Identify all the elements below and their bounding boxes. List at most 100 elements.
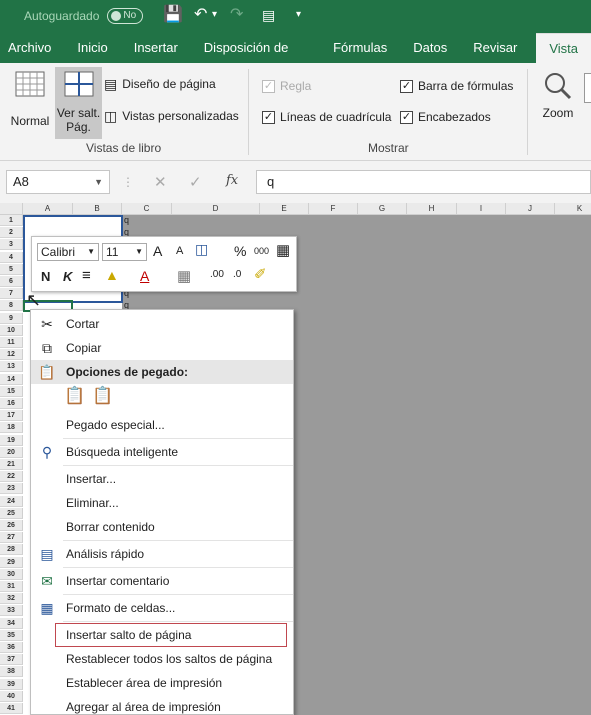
row-header[interactable]: 4 — [0, 251, 23, 263]
row-header[interactable]: 26 — [0, 520, 23, 531]
menu-item-delete[interactable]: Eliminar... — [31, 491, 293, 515]
fill-color-icon[interactable]: ▲ — [105, 267, 119, 283]
menu-item-add-print-area[interactable]: Agregar al área de impresión — [31, 695, 293, 715]
select-all-corner[interactable] — [0, 203, 23, 215]
row-header[interactable]: 24 — [0, 495, 23, 507]
row-header[interactable]: 25 — [0, 507, 23, 519]
menu-item-copy[interactable]: ⧉ Copiar — [31, 336, 293, 360]
decrease-decimal-icon[interactable]: .0 — [233, 269, 241, 280]
tab-datos[interactable]: Datos — [400, 33, 460, 63]
increase-font-icon[interactable]: A — [153, 243, 162, 259]
row-header[interactable]: 31 — [0, 581, 23, 592]
tab-inicio[interactable]: Inicio — [64, 33, 120, 63]
row-header[interactable]: 27 — [0, 532, 23, 544]
row-header[interactable]: 29 — [0, 556, 23, 568]
row-header[interactable]: 33 — [0, 605, 23, 617]
font-dropdown-icon[interactable]: ▼ — [87, 244, 95, 260]
row-header[interactable]: 5 — [0, 263, 23, 275]
row-header[interactable]: 38 — [0, 666, 23, 678]
row-header[interactable]: 23 — [0, 483, 23, 495]
column-header[interactable]: B — [73, 203, 122, 215]
decrease-font-icon[interactable]: A — [176, 245, 183, 257]
row-header[interactable]: 37 — [0, 654, 23, 666]
column-header[interactable]: A — [23, 203, 73, 215]
headings-checkbox[interactable]: ✓ Encabezados — [400, 110, 491, 124]
paste-icon[interactable]: 📋 — [92, 386, 114, 408]
font-size-select[interactable]: 11 ▼ — [102, 243, 147, 261]
font-name-select[interactable]: Calibri ▼ — [37, 243, 99, 261]
row-header[interactable]: 19 — [0, 434, 23, 446]
column-header[interactable]: H — [407, 203, 457, 215]
borders-icon[interactable]: ▦ — [177, 267, 191, 285]
customize-qat-icon[interactable]: ▾ — [296, 5, 301, 25]
name-box[interactable]: A8 ▼ — [6, 170, 110, 194]
autosave-switch[interactable]: No — [107, 8, 144, 24]
tab-revisar[interactable]: Revisar — [460, 33, 530, 63]
row-header[interactable]: 11 — [0, 337, 23, 348]
gridlines-checkbox[interactable]: ✓ Líneas de cuadrícula — [262, 110, 391, 124]
row-header[interactable]: 2 — [0, 227, 23, 239]
row-header[interactable]: 14 — [0, 373, 23, 385]
size-dropdown-icon[interactable]: ▼ — [135, 244, 143, 260]
undo-icon[interactable]: ↶ — [194, 5, 207, 25]
row-header[interactable]: 12 — [0, 349, 23, 361]
formula-bar-checkbox[interactable]: ✓ Barra de fórmulas — [400, 79, 513, 93]
menu-item-cut[interactable]: ✂ Cortar — [31, 312, 293, 336]
italic-button[interactable]: K — [63, 269, 72, 284]
column-header[interactable]: I — [457, 203, 506, 215]
column-header[interactable]: D — [172, 203, 260, 215]
row-header[interactable]: 20 — [0, 446, 23, 458]
name-box-dropdown-icon[interactable]: ▼ — [94, 171, 103, 193]
ruler-checkbox[interactable]: ✓ Regla — [262, 79, 311, 93]
zoom-100-icon[interactable] — [584, 73, 591, 103]
menu-item-reset-page-breaks[interactable]: Restablecer todos los saltos de página — [31, 647, 293, 671]
menu-item-smart-lookup[interactable]: ⚲ Búsqueda inteligente — [31, 440, 293, 464]
row-header[interactable]: 15 — [0, 385, 23, 397]
column-header[interactable]: C — [122, 203, 172, 215]
page-layout-button[interactable]: ▤ Diseño de página — [104, 77, 216, 91]
row-header[interactable]: 3 — [0, 239, 23, 251]
accounting-format-icon[interactable]: ◫ — [195, 241, 208, 258]
zoom-button[interactable]: Zoom — [536, 71, 580, 120]
column-header[interactable]: F — [309, 203, 358, 215]
form-icon[interactable]: ▤ — [262, 5, 275, 25]
row-header[interactable]: 40 — [0, 690, 23, 702]
row-header[interactable]: 28 — [0, 544, 23, 556]
tab-archivo[interactable]: Archivo — [0, 33, 64, 63]
menu-item-clear[interactable]: Borrar contenido — [31, 515, 293, 539]
row-header[interactable]: 8 — [0, 300, 23, 312]
row-header[interactable]: 35 — [0, 629, 23, 641]
row-header[interactable]: 41 — [0, 703, 23, 714]
row-header[interactable]: 36 — [0, 642, 23, 653]
formula-input[interactable]: q — [256, 170, 591, 194]
column-header[interactable]: K — [555, 203, 591, 215]
menu-item-paste-special[interactable]: Pegado especial... — [31, 413, 293, 437]
menu-item-insert-page-break[interactable]: Insertar salto de página — [55, 623, 287, 647]
bold-button[interactable]: N — [41, 269, 50, 284]
insert-function-icon[interactable]: fx — [226, 173, 238, 188]
row-header[interactable]: 6 — [0, 276, 23, 287]
tab-vista[interactable]: Vista — [536, 33, 591, 63]
row-header[interactable]: 34 — [0, 617, 23, 629]
row-header[interactable]: 30 — [0, 568, 23, 580]
row-header[interactable]: 10 — [0, 324, 23, 336]
align-center-icon[interactable]: ≡ — [82, 267, 91, 284]
row-header[interactable]: 17 — [0, 410, 23, 422]
normal-view-button[interactable]: Normal — [6, 71, 54, 131]
tab-disposicion[interactable]: Disposición de página — [191, 33, 320, 85]
row-header[interactable]: 7 — [0, 288, 23, 300]
format-painter-icon[interactable]: ✐ — [254, 265, 267, 283]
format-table-icon[interactable]: ▦ — [276, 241, 290, 259]
menu-item-insert[interactable]: Insertar... — [31, 467, 293, 491]
row-header[interactable]: 16 — [0, 398, 23, 409]
tab-formulas[interactable]: Fórmulas — [320, 33, 400, 63]
percent-style-button[interactable]: % — [234, 243, 246, 259]
row-header[interactable]: 22 — [0, 471, 23, 483]
tab-insertar[interactable]: Insertar — [121, 33, 191, 63]
page-break-view-button[interactable]: Ver salt. Pág. — [55, 67, 102, 139]
column-header[interactable]: G — [358, 203, 407, 215]
row-header[interactable]: 32 — [0, 593, 23, 605]
row-header[interactable]: 9 — [0, 312, 23, 324]
autosave-toggle[interactable]: Autoguardado No — [24, 6, 144, 26]
thousands-separator-button[interactable]: 000 — [254, 246, 269, 256]
